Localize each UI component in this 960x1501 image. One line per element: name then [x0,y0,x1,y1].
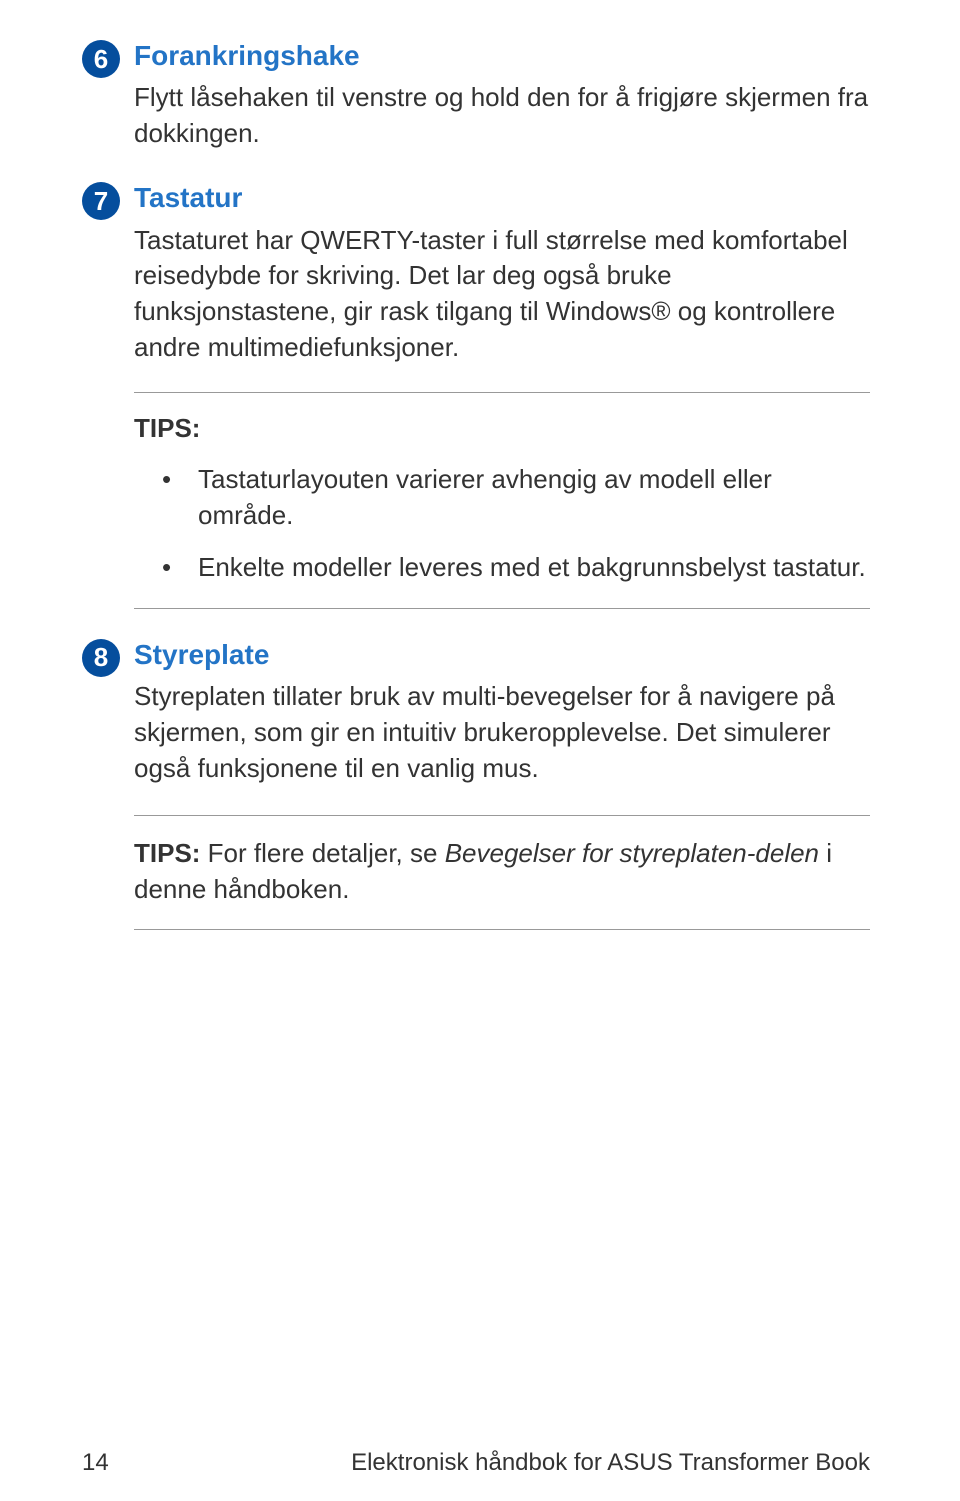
badge-8: 8 [82,639,120,677]
section-7-tips-box: TIPS: Tastaturlayouten varierer avhengig… [134,392,870,609]
section-7-tips-label: TIPS: [134,413,870,444]
section-8-heading: Styreplate [134,637,870,673]
section-8: 8 Styreplate Styreplaten tillater bruk a… [82,637,870,931]
section-8-tips-italic: Bevegelser for styreplaten-delen [445,838,819,868]
section-8-tips-label: TIPS: [134,838,200,868]
section-7-tips-list: Tastaturlayouten varierer avhengig av mo… [134,462,870,586]
footer-title: Elektronisk håndbok for ASUS Transformer… [351,1449,870,1477]
section-8-body: Styreplaten tillater bruk av multi-beveg… [134,679,870,787]
badge-6: 6 [82,40,120,78]
tips-item: Enkelte modeller leveres med et bakgrunn… [162,550,870,586]
tips-item: Tastaturlayouten varierer avhengig av mo… [162,462,870,534]
page-number: 14 [82,1449,109,1477]
badge-7: 7 [82,182,120,220]
section-8-tips-pre: For flere detaljer, se [200,838,444,868]
section-6-heading: Forankringshake [134,38,870,74]
section-7-heading: Tastatur [134,180,870,216]
section-7: 7 Tastatur Tastaturet har QWERTY-taster … [82,180,870,609]
section-8-tips-box: TIPS: For flere detaljer, se Bevegelser … [134,815,870,931]
section-7-content: Tastatur Tastaturet har QWERTY-taster i … [134,180,870,609]
page-content: 6 Forankringshake Flytt låsehaken til ve… [0,0,960,930]
section-6-content: Forankringshake Flytt låsehaken til vens… [134,38,870,152]
section-6: 6 Forankringshake Flytt låsehaken til ve… [82,38,870,152]
section-6-body: Flytt låsehaken til venstre og hold den … [134,80,870,152]
section-8-content: Styreplate Styreplaten tillater bruk av … [134,637,870,931]
section-7-body: Tastaturet har QWERTY-taster i full stør… [134,223,870,367]
page-footer: 14 Elektronisk håndbok for ASUS Transfor… [0,1449,960,1477]
